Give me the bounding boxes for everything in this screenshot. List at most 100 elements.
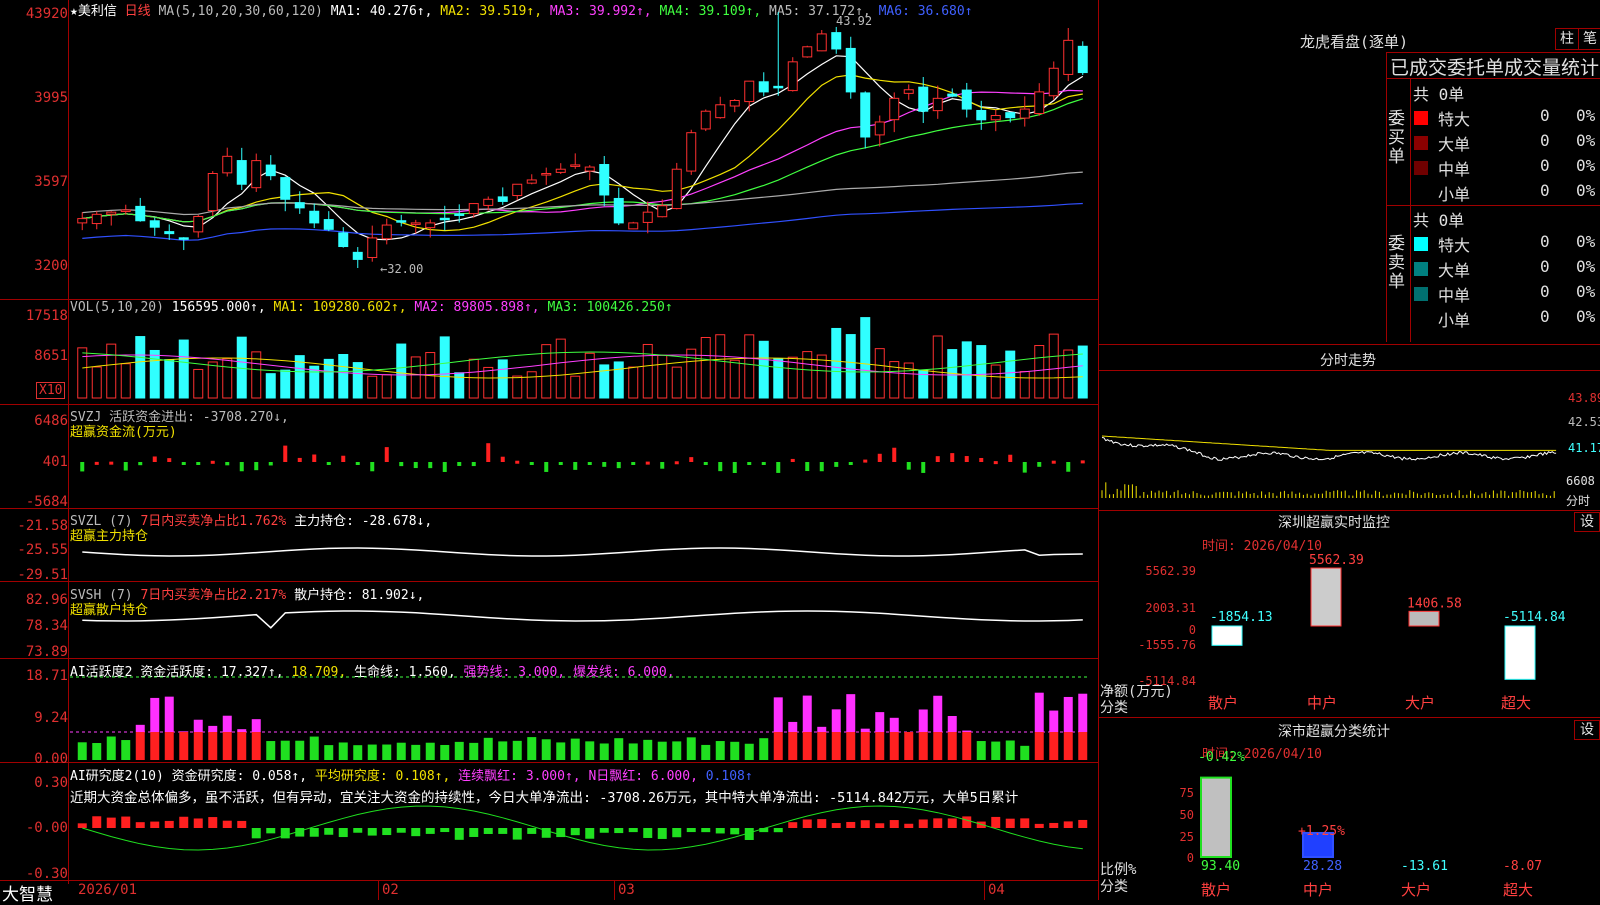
candle-body bbox=[484, 199, 493, 205]
volume-bar bbox=[933, 336, 942, 398]
ma30-line bbox=[82, 99, 1083, 222]
candle-body bbox=[759, 82, 768, 92]
active-bar-top bbox=[165, 697, 174, 732]
fund-flow-bar bbox=[196, 462, 200, 465]
candle-body bbox=[165, 232, 174, 234]
side-charts: -1854.135562.391406.58-5114.84散户中户大户超大93… bbox=[1098, 370, 1600, 900]
fund-flow-bar bbox=[979, 458, 983, 462]
research-bar bbox=[339, 828, 348, 837]
candle-body bbox=[121, 210, 130, 212]
research-bar bbox=[774, 828, 783, 832]
research-line bbox=[82, 806, 1083, 850]
bar-view-button[interactable]: 柱 bbox=[1555, 28, 1579, 50]
active-bar bbox=[426, 743, 435, 760]
candle-body bbox=[846, 48, 855, 91]
buy-row-label: 特大 bbox=[1438, 106, 1470, 130]
active-bar bbox=[991, 742, 1000, 760]
volume-bar bbox=[136, 337, 145, 398]
divider bbox=[1387, 205, 1600, 206]
buy-row-label: 小单 bbox=[1438, 181, 1470, 205]
buy-swatch bbox=[1414, 136, 1428, 150]
active-bar bbox=[701, 745, 710, 760]
candle-body bbox=[672, 169, 681, 208]
fund-flow-bar bbox=[138, 462, 142, 465]
fund-flow-bar bbox=[1052, 461, 1056, 464]
active-bar bbox=[832, 732, 841, 760]
fund-flow-bar bbox=[515, 461, 519, 464]
active-bar bbox=[875, 732, 884, 760]
fund-flow-bar bbox=[530, 462, 534, 465]
active-bar bbox=[1006, 741, 1015, 760]
active-bar bbox=[469, 743, 478, 760]
active-bar bbox=[585, 741, 594, 760]
active-bar-top bbox=[1049, 711, 1058, 732]
buy-row-count: 0 bbox=[1540, 131, 1550, 150]
candle-body bbox=[382, 225, 391, 239]
main-chart[interactable] bbox=[0, 0, 1098, 900]
fund-flow-bar bbox=[1066, 462, 1070, 472]
fund-flow-bar bbox=[849, 462, 853, 465]
volume-bar bbox=[861, 318, 870, 398]
candle-body bbox=[411, 223, 420, 225]
volume-bar bbox=[78, 348, 87, 398]
fund-flow-bar bbox=[936, 456, 940, 462]
research-bar bbox=[266, 828, 275, 833]
active-bar bbox=[295, 741, 304, 760]
buy-swatch bbox=[1414, 161, 1428, 175]
research-bar bbox=[571, 828, 580, 835]
candle-body bbox=[745, 81, 754, 101]
research-bar bbox=[817, 819, 826, 828]
research-bar bbox=[368, 828, 377, 836]
sell-row-pct: 0% bbox=[1576, 307, 1595, 326]
research-bar bbox=[455, 828, 464, 840]
research-bar bbox=[788, 822, 797, 828]
research-bar bbox=[658, 828, 667, 839]
fund-flow-bar bbox=[486, 443, 490, 462]
active-bar bbox=[861, 732, 870, 760]
active-bar-top bbox=[875, 712, 884, 732]
candle-body bbox=[78, 219, 87, 223]
fund-flow-bar bbox=[747, 462, 751, 465]
buy-side-label: 委买单 bbox=[1388, 110, 1408, 167]
monitor-category-label: 大户 bbox=[1405, 694, 1435, 712]
fund-flow-bar bbox=[718, 462, 722, 471]
candle-body bbox=[687, 133, 696, 171]
research-bar bbox=[1035, 824, 1044, 828]
volume-bar bbox=[498, 360, 507, 398]
candle-body bbox=[585, 167, 594, 171]
tick-view-button[interactable]: 笔 bbox=[1578, 28, 1600, 50]
volume-bar bbox=[614, 362, 623, 398]
active-bar-top bbox=[861, 729, 870, 732]
candle-body bbox=[1035, 92, 1044, 114]
active-bar-top bbox=[962, 731, 971, 732]
volume-bar bbox=[266, 374, 275, 398]
fund-flow-bar bbox=[762, 462, 766, 465]
volume-bar bbox=[1020, 372, 1029, 398]
research-bar bbox=[194, 818, 203, 828]
fund-flow-bar bbox=[1023, 462, 1027, 473]
candle-body bbox=[614, 198, 623, 222]
sell-row-pct: 0% bbox=[1576, 232, 1595, 251]
fund-flow-bar bbox=[269, 462, 273, 465]
candle-body bbox=[890, 98, 899, 119]
research-bar bbox=[933, 818, 942, 828]
candle-body bbox=[339, 233, 348, 247]
class-value-label: 28.28 bbox=[1303, 859, 1342, 874]
fund-flow-bar bbox=[602, 462, 606, 467]
candle-body bbox=[832, 33, 841, 49]
research-bar bbox=[527, 828, 536, 834]
research-bar bbox=[281, 828, 290, 838]
candle-body bbox=[266, 165, 275, 176]
volume-bar bbox=[846, 335, 855, 398]
candle-body bbox=[324, 220, 333, 230]
fund-flow-bar bbox=[704, 462, 708, 465]
active-bar bbox=[266, 741, 275, 760]
candle-body bbox=[658, 206, 667, 217]
volume-bar bbox=[687, 349, 696, 398]
stat-tabs[interactable]: 已成交委托单成交量统计 bbox=[1390, 53, 1599, 80]
fund-flow-bar bbox=[240, 462, 244, 471]
volume-bar bbox=[817, 355, 826, 398]
active-bar-top bbox=[846, 694, 855, 732]
candle-body bbox=[977, 110, 986, 119]
class-pct-label: +1.25% bbox=[1298, 824, 1345, 839]
